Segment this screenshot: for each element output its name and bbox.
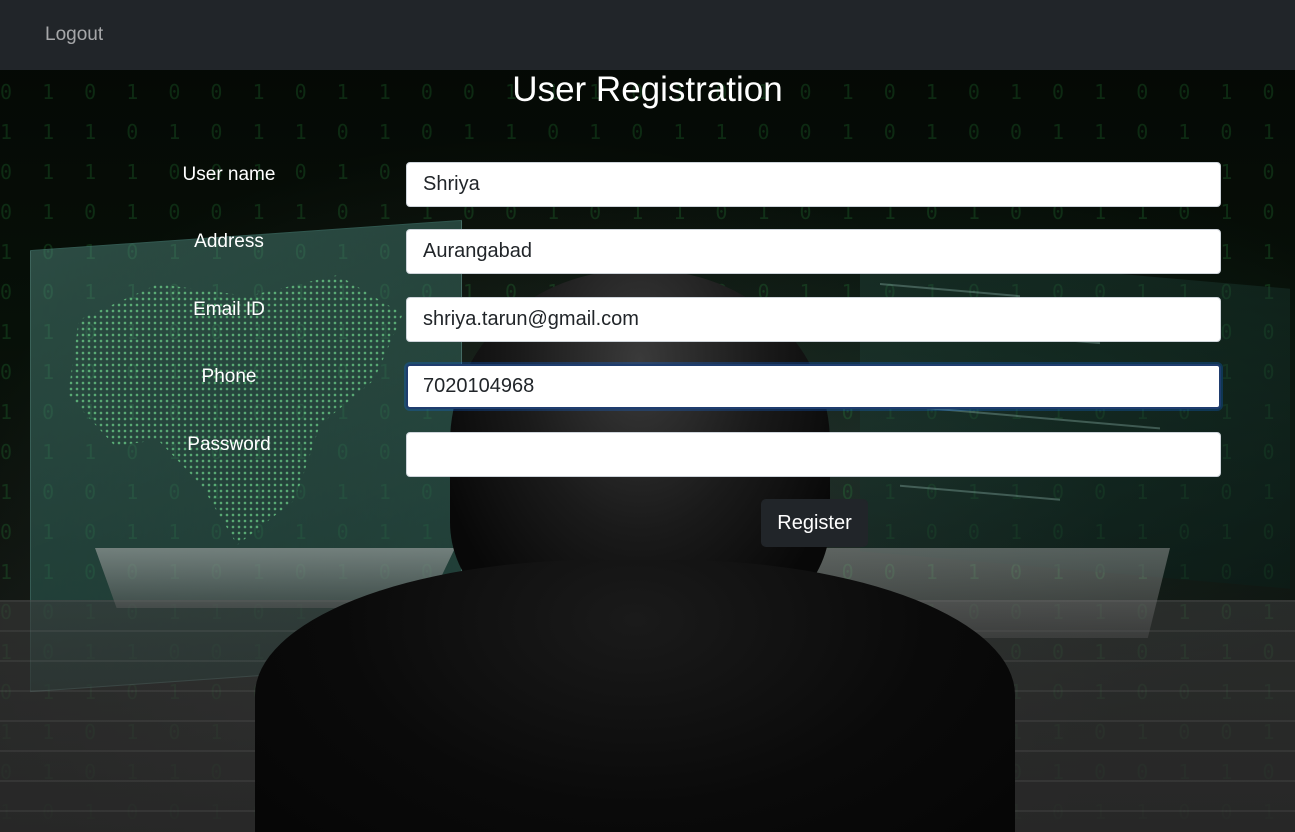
phone-label: Phone (201, 366, 257, 387)
logout-link[interactable]: Logout (45, 24, 103, 46)
binary-code-row: 1 1 1 0 1 0 1 1 0 1 0 1 1 0 1 0 1 1 0 0 … (0, 120, 1295, 144)
address-label: Address (194, 231, 264, 252)
hooded-figure-body (255, 560, 1015, 832)
form-row-address: Address (0, 229, 1295, 277)
username-input[interactable] (406, 162, 1221, 207)
form-row-email: Email ID (0, 297, 1295, 345)
page: 0 1 0 1 0 0 1 0 1 1 0 0 1 1 1 0 1 0 1 0 … (0, 0, 1295, 832)
username-label: User name (182, 164, 276, 185)
form-row-phone: Phone (0, 364, 1295, 412)
background-image: 0 1 0 1 0 0 1 0 1 1 0 0 1 1 1 0 1 0 1 0 … (0, 0, 1295, 832)
password-input[interactable] (406, 432, 1221, 477)
register-button[interactable]: Register (761, 499, 868, 547)
phone-input[interactable] (406, 364, 1221, 409)
address-input[interactable] (406, 229, 1221, 274)
page-title: User Registration (512, 70, 783, 109)
form-row-password: Password (0, 432, 1295, 480)
form-row-username: User name (0, 162, 1295, 210)
navbar: Logout (0, 0, 1295, 70)
password-label: Password (187, 434, 271, 455)
email-label: Email ID (193, 299, 265, 320)
email-input[interactable] (406, 297, 1221, 342)
